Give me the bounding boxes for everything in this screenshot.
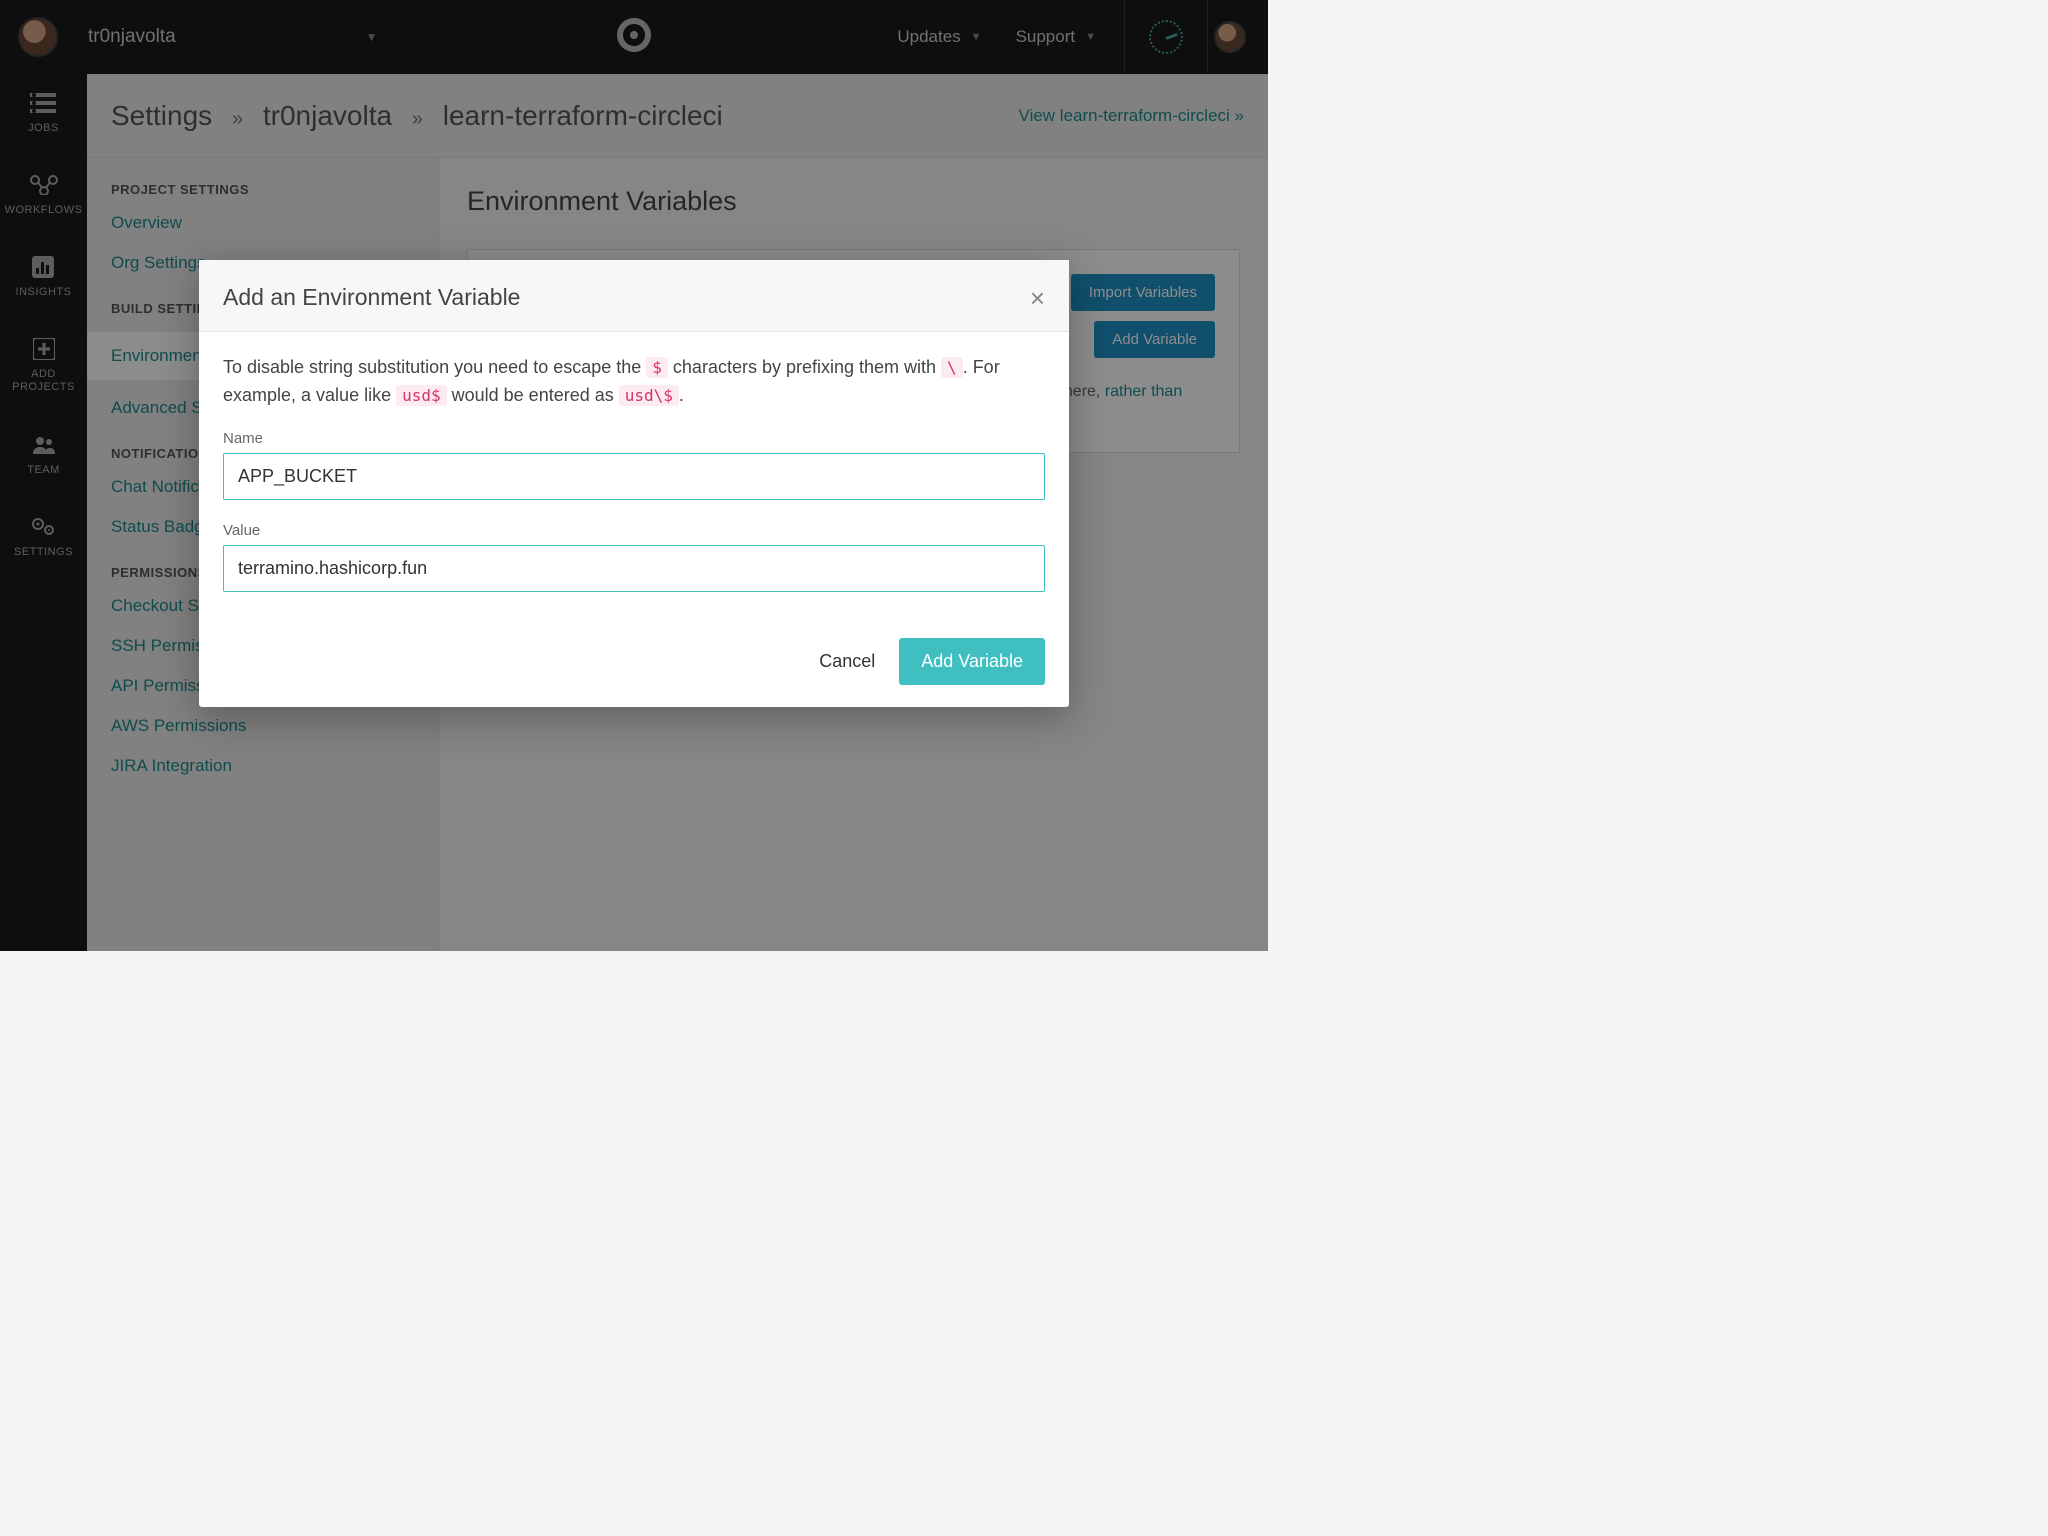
add-env-var-modal: Add an Environment Variable × To disable… bbox=[199, 260, 1069, 707]
desc-text: . bbox=[679, 385, 684, 405]
modal-footer: Cancel Add Variable bbox=[199, 620, 1069, 707]
code-backslash: \ bbox=[941, 357, 963, 378]
modal-title: Add an Environment Variable bbox=[223, 284, 520, 311]
add-variable-button[interactable]: Add Variable bbox=[899, 638, 1045, 685]
code-dollar: $ bbox=[646, 357, 668, 378]
cancel-button[interactable]: Cancel bbox=[819, 651, 875, 672]
desc-text: would be entered as bbox=[447, 385, 619, 405]
code-usd: usd$ bbox=[396, 385, 447, 406]
modal-body: To disable string substitution you need … bbox=[199, 332, 1069, 620]
name-label: Name bbox=[223, 430, 1045, 447]
close-icon[interactable]: × bbox=[1030, 285, 1045, 311]
modal-header: Add an Environment Variable × bbox=[199, 260, 1069, 332]
value-input[interactable] bbox=[223, 545, 1045, 592]
code-usd-escaped: usd\$ bbox=[619, 385, 679, 406]
value-label: Value bbox=[223, 522, 1045, 539]
name-input[interactable] bbox=[223, 453, 1045, 500]
modal-description: To disable string substitution you need … bbox=[223, 354, 1045, 410]
desc-text: characters by prefixing them with bbox=[668, 357, 941, 377]
desc-text: To disable string substitution you need … bbox=[223, 357, 646, 377]
